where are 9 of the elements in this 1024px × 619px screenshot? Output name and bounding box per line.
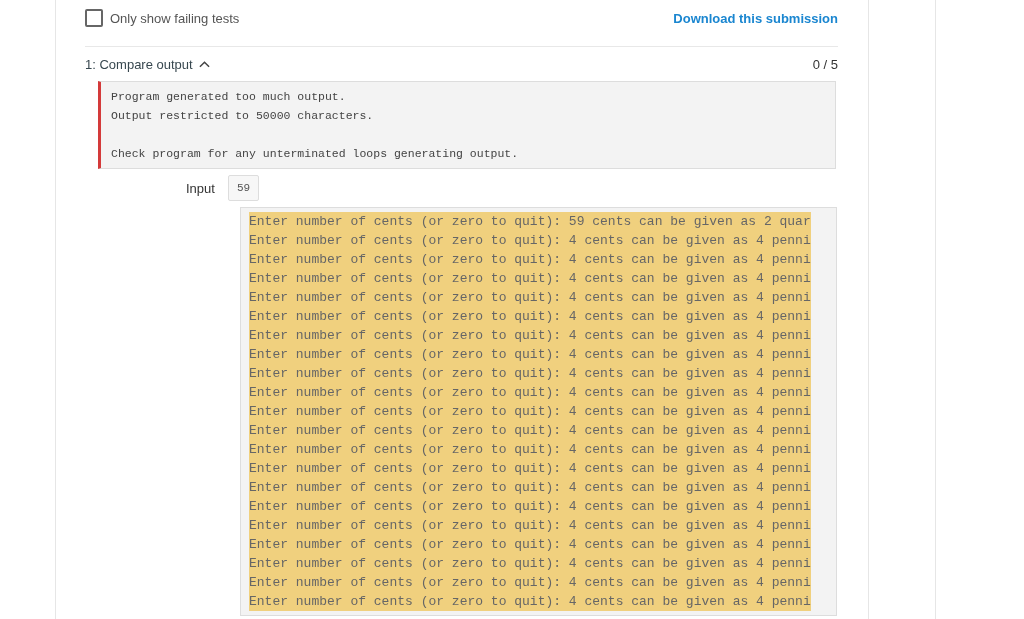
score: 0 / 5 <box>812 56 838 72</box>
download-link[interactable]: Download this submission <box>673 10 838 26</box>
checkbox[interactable] <box>85 9 103 27</box>
caret-icon <box>198 60 210 68</box>
checkbox-label[interactable]: Only show failing tests <box>110 10 240 26</box>
test-title-toggle[interactable]: 1: Compare output <box>85 56 210 72</box>
input-label: Input <box>186 180 215 196</box>
error-message: Program generated too much output. Output restricted to 50000 characters. Check program for any unterminated loops generating output. <box>98 81 836 169</box>
input-value: 59 <box>227 175 260 201</box>
